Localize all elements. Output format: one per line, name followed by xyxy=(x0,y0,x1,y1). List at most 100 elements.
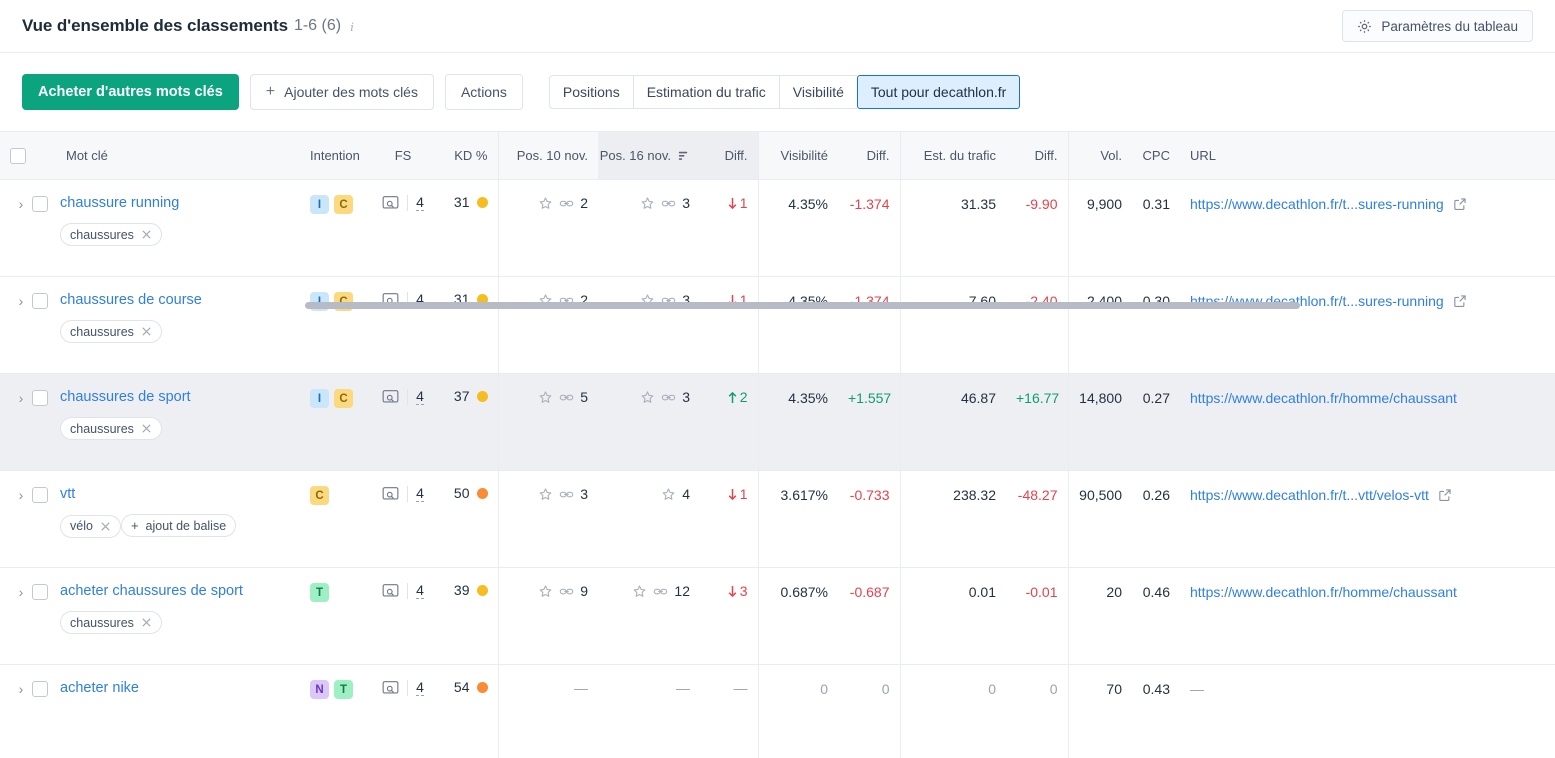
intent-badge-i[interactable]: I xyxy=(310,292,329,311)
expand-row-icon[interactable]: › xyxy=(10,388,32,408)
url-link[interactable]: https://www.decathlon.fr/t...sures-runni… xyxy=(1190,293,1444,309)
intent-badge-i[interactable]: I xyxy=(310,389,329,408)
col-url[interactable]: URL xyxy=(1180,132,1555,180)
segment-positions[interactable]: Positions xyxy=(549,75,633,109)
link-icon xyxy=(661,293,676,308)
cell-traffic: 0 xyxy=(900,665,1006,758)
serp-feature-icon[interactable] xyxy=(382,292,399,308)
intent-badge-c[interactable]: C xyxy=(334,292,353,311)
col-visibility-diff[interactable]: Diff. xyxy=(838,132,900,180)
keyword-tag[interactable]: vélo xyxy=(60,515,121,538)
col-cpc[interactable]: CPC xyxy=(1132,132,1180,180)
row-checkbox[interactable] xyxy=(32,293,48,309)
intent-badge-i[interactable]: I xyxy=(310,195,329,214)
external-link-icon[interactable] xyxy=(1453,197,1467,211)
table-row[interactable]: ›acheter nikeNT454———0000700.43— xyxy=(0,665,1555,758)
select-all-checkbox[interactable] xyxy=(10,148,26,164)
cell-traffic: 0.01 xyxy=(900,568,1006,665)
segment-visibility[interactable]: Visibilité xyxy=(779,75,857,109)
expand-row-icon[interactable]: › xyxy=(10,291,32,311)
cell-position-current: 3 xyxy=(598,374,700,471)
cpc-value: 0.46 xyxy=(1143,584,1170,600)
col-traffic[interactable]: Est. du trafic xyxy=(900,132,1006,180)
keyword-tags: chaussures xyxy=(60,316,290,343)
table-row[interactable]: ›chaussure runningchaussuresIC4312314.35… xyxy=(0,180,1555,277)
position-diff-value: — xyxy=(734,680,748,696)
col-visibility[interactable]: Visibilité xyxy=(758,132,838,180)
remove-tag-icon[interactable] xyxy=(141,617,152,628)
fs-count[interactable]: 4 xyxy=(416,679,424,696)
intent-badge-c[interactable]: C xyxy=(334,389,353,408)
table-settings-button[interactable]: Paramètres du tableau xyxy=(1342,10,1533,42)
fs-count[interactable]: 4 xyxy=(416,388,424,405)
traffic-value: 7.60 xyxy=(969,293,996,309)
add-keywords-button[interactable]: + Ajouter des mots clés xyxy=(250,74,434,110)
keyword-link[interactable]: acheter chaussures de sport xyxy=(60,582,243,601)
col-pos-curr[interactable]: Pos. 16 nov. xyxy=(598,132,700,180)
fs-count[interactable]: 4 xyxy=(416,582,424,599)
url-link[interactable]: https://www.decathlon.fr/t...sures-runni… xyxy=(1190,196,1444,212)
intent-badge-c[interactable]: C xyxy=(334,195,353,214)
row-checkbox[interactable] xyxy=(32,681,48,697)
segment-traffic-estimation[interactable]: Estimation du trafic xyxy=(633,75,779,109)
keyword-tag[interactable]: chaussures xyxy=(60,417,162,440)
external-link-icon[interactable] xyxy=(1438,488,1452,502)
expand-row-icon[interactable]: › xyxy=(10,582,32,602)
keyword-link[interactable]: chaussures de sport xyxy=(60,388,191,407)
col-fs[interactable]: FS xyxy=(372,132,434,180)
row-checkbox[interactable] xyxy=(32,196,48,212)
add-tag-button[interactable]: +ajout de balise xyxy=(121,514,236,537)
actions-button[interactable]: Actions xyxy=(445,74,523,110)
row-checkbox[interactable] xyxy=(32,390,48,406)
intent-badge-t[interactable]: T xyxy=(334,680,353,699)
col-keyword[interactable]: Mot clé xyxy=(0,132,300,180)
cell-visibility-diff: 0 xyxy=(838,665,900,758)
intent-badge-n[interactable]: N xyxy=(310,680,329,699)
url-link[interactable]: https://www.decathlon.fr/t...vtt/velos-v… xyxy=(1190,487,1429,503)
serp-feature-icon[interactable] xyxy=(382,680,399,696)
keyword-tag[interactable]: chaussures xyxy=(60,320,162,343)
row-checkbox[interactable] xyxy=(32,487,48,503)
table-row[interactable]: › acheter chaussures de sport chaussures T 4… xyxy=(0,568,1555,665)
fs-count[interactable]: 4 xyxy=(416,485,424,502)
keyword-link[interactable]: chaussures de course xyxy=(60,291,202,310)
expand-row-icon[interactable]: › xyxy=(10,679,32,699)
sort-descending-icon[interactable] xyxy=(677,149,690,162)
remove-tag-icon[interactable] xyxy=(141,326,152,337)
serp-feature-icon[interactable] xyxy=(382,486,399,502)
table-row[interactable]: ›chaussures de coursechaussuresIC4312314… xyxy=(0,277,1555,374)
fs-count[interactable]: 4 xyxy=(416,194,424,211)
table-row[interactable]: ›chaussures de sportchaussuresIC4375324.… xyxy=(0,374,1555,471)
keyword-tag[interactable]: chaussures xyxy=(60,223,162,246)
url-link[interactable]: https://www.decathlon.fr/homme/chaussant xyxy=(1190,584,1457,600)
segment-all-for-domain[interactable]: Tout pour decathlon.fr xyxy=(857,75,1020,109)
col-intent[interactable]: Intention xyxy=(300,132,372,180)
remove-tag-icon[interactable] xyxy=(100,521,111,532)
fs-count[interactable]: 4 xyxy=(416,291,424,308)
expand-row-icon[interactable]: › xyxy=(10,485,32,505)
external-link-icon[interactable] xyxy=(1453,294,1467,308)
buy-keywords-button[interactable]: Acheter d'autres mots clés xyxy=(22,74,239,110)
remove-tag-icon[interactable] xyxy=(141,229,152,240)
cell-keyword: › chaussures de sport chaussures xyxy=(0,374,300,471)
keyword-link[interactable]: vtt xyxy=(60,485,75,504)
row-checkbox[interactable] xyxy=(32,584,48,600)
keyword-link[interactable]: chaussure running xyxy=(60,194,179,213)
serp-feature-icon[interactable] xyxy=(382,583,399,599)
info-icon[interactable]: i xyxy=(350,20,354,33)
keyword-tag[interactable]: chaussures xyxy=(60,611,162,634)
col-kd[interactable]: KD % xyxy=(434,132,498,180)
table-row[interactable]: ›vttvélo+ajout de baliseC4503413.617%-0.… xyxy=(0,471,1555,568)
intent-badge-t[interactable]: T xyxy=(310,583,329,602)
serp-feature-icon[interactable] xyxy=(382,389,399,405)
col-traffic-diff[interactable]: Diff. xyxy=(1006,132,1068,180)
col-pos-diff[interactable]: Diff. xyxy=(700,132,758,180)
col-pos-prev[interactable]: Pos. 10 nov. xyxy=(498,132,598,180)
remove-tag-icon[interactable] xyxy=(141,423,152,434)
keyword-link[interactable]: acheter nike xyxy=(60,679,139,698)
serp-feature-icon[interactable] xyxy=(382,195,399,211)
expand-row-icon[interactable]: › xyxy=(10,194,32,214)
col-volume[interactable]: Vol. xyxy=(1068,132,1132,180)
intent-badge-c[interactable]: C xyxy=(310,486,329,505)
url-link[interactable]: https://www.decathlon.fr/homme/chaussant xyxy=(1190,390,1457,406)
